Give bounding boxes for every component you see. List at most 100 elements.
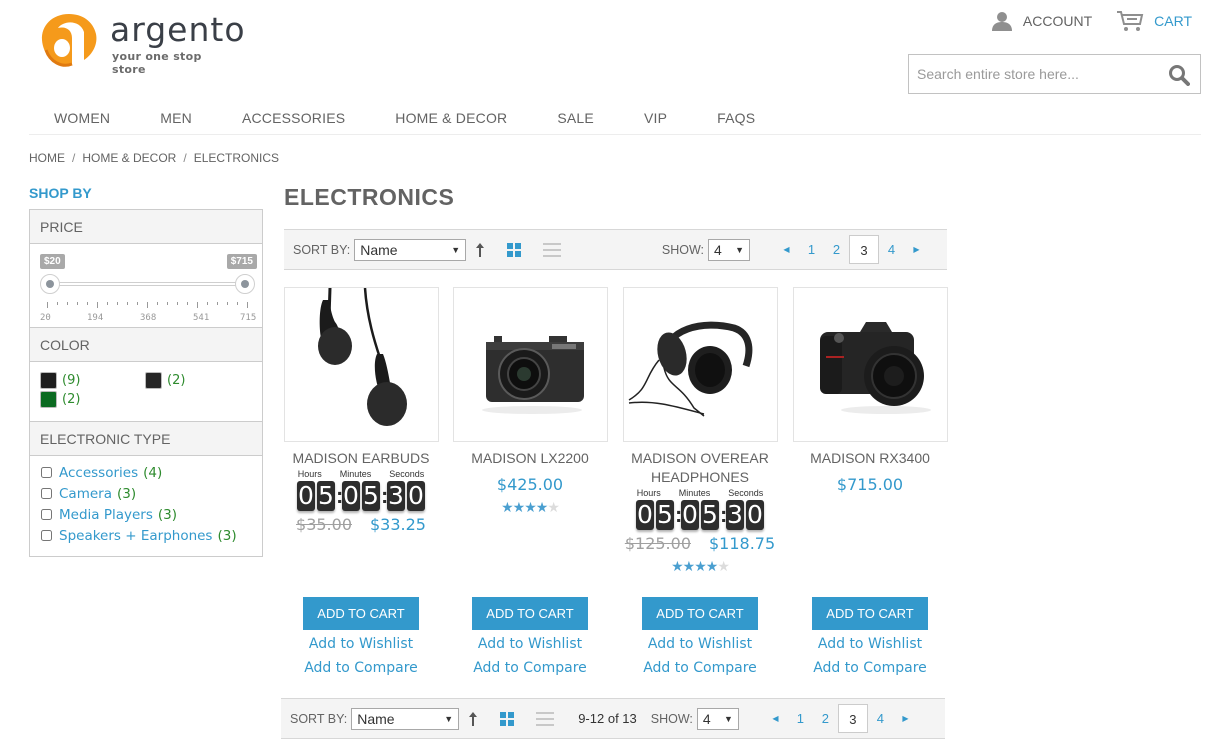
pagination-page[interactable]: 4: [868, 704, 893, 733]
add-to-cart-button[interactable]: ADD TO CART: [812, 597, 928, 630]
color-swatch-option[interactable]: (9): [40, 372, 80, 389]
nav-item-sale[interactable]: SALE: [532, 104, 619, 134]
add-to-wishlist-link[interactable]: Add to Wishlist: [785, 635, 955, 654]
price-filter-title[interactable]: PRICE: [30, 210, 262, 244]
type-checkbox[interactable]: [41, 530, 52, 541]
countdown-digit: 0: [297, 481, 315, 511]
show-limit-select[interactable]: 4 ▼: [696, 707, 739, 730]
color-swatch-option[interactable]: (2): [40, 391, 80, 408]
list-view-icon[interactable]: [536, 711, 555, 726]
product-image-earbuds[interactable]: [283, 287, 439, 442]
pagination-page[interactable]: 4: [879, 235, 904, 264]
type-option-media-players[interactable]: Media Players (3): [40, 504, 252, 525]
price-slider-track[interactable]: [50, 282, 246, 286]
add-to-compare-link[interactable]: Add to Compare: [615, 659, 785, 678]
countdown-seconds-label: Seconds: [728, 488, 764, 498]
pagination-page[interactable]: 1: [788, 704, 813, 733]
sort-by-select[interactable]: Name ▼: [351, 707, 460, 730]
color-swatch-option[interactable]: (2): [145, 372, 185, 389]
add-to-cart-button[interactable]: ADD TO CART: [472, 597, 588, 630]
product-name[interactable]: MADISON LX2200: [445, 449, 615, 468]
pagination-page[interactable]: 2: [824, 235, 849, 264]
price-slider-min-handle[interactable]: [40, 274, 60, 294]
slider-tick: [237, 302, 238, 305]
add-to-wishlist-link[interactable]: Add to Wishlist: [445, 635, 615, 654]
type-checkbox[interactable]: [41, 467, 52, 478]
product-name[interactable]: MADISON RX3400: [785, 449, 955, 468]
slider-tick: [197, 302, 198, 308]
product-name[interactable]: MADISON OVEREAR HEADPHONES: [615, 449, 785, 487]
type-option-accessories[interactable]: Accessories (4): [40, 462, 252, 483]
add-to-wishlist-link[interactable]: Add to Wishlist: [615, 635, 785, 654]
add-to-compare-link[interactable]: Add to Compare: [785, 659, 955, 678]
pagination-next-icon[interactable]: ▶: [904, 235, 929, 264]
search-box: [908, 54, 1201, 94]
sort-ascending-icon[interactable]: [475, 242, 485, 258]
nav-item-women[interactable]: WOMEN: [29, 104, 135, 134]
type-checkbox[interactable]: [41, 509, 52, 520]
countdown-minutes-label: Minutes: [678, 488, 711, 498]
add-to-wishlist-link[interactable]: Add to Wishlist: [276, 635, 446, 654]
cart-link[interactable]: CART: [1116, 10, 1192, 32]
countdown-digit: 0: [636, 500, 654, 530]
countdown-labels: Hours Minutes Seconds: [276, 469, 446, 479]
layered-navigation: PRICE $20 $715 20 194 368 541 715 COLOR …: [29, 209, 263, 557]
price-slider-max-handle[interactable]: [235, 274, 255, 294]
pagination-page[interactable]: 2: [813, 704, 838, 733]
product-image-rx3400[interactable]: [792, 287, 948, 442]
product-actions: ADD TO CART Add to Wishlist Add to Compa…: [615, 597, 785, 678]
search-icon[interactable]: [1168, 64, 1190, 86]
user-icon: [991, 12, 1012, 31]
type-label: Accessories: [59, 464, 139, 481]
pagination-previous-icon[interactable]: ◀: [763, 704, 788, 733]
slider-tick: [47, 302, 48, 308]
dslr-camera-image: [819, 322, 931, 414]
dropdown-arrow-icon: ▼: [735, 244, 744, 255]
type-option-speakers-earphones[interactable]: Speakers + Earphones (3): [40, 525, 252, 546]
pagination-page[interactable]: 1: [799, 235, 824, 264]
breadcrumb-home-decor[interactable]: HOME & DECOR: [82, 151, 176, 165]
grid-view-icon[interactable]: [500, 711, 515, 726]
slider-tick: [157, 302, 158, 305]
add-to-cart-button[interactable]: ADD TO CART: [642, 597, 758, 630]
star-filled-icon: ★: [524, 499, 537, 515]
nav-item-men[interactable]: MEN: [135, 104, 217, 134]
shop-by-title: SHOP BY: [29, 185, 92, 201]
add-to-cart-button[interactable]: ADD TO CART: [303, 597, 419, 630]
list-view-icon[interactable]: [543, 242, 562, 257]
store-logo[interactable]: argento your one stop store: [38, 8, 245, 76]
sort-by-select[interactable]: Name ▼: [354, 238, 467, 261]
grid-view-icon[interactable]: [507, 242, 522, 257]
nav-item-vip[interactable]: VIP: [619, 104, 692, 134]
pagination-next-icon[interactable]: ▶: [893, 704, 918, 733]
show-limit-select[interactable]: 4 ▼: [708, 238, 750, 261]
add-to-compare-link[interactable]: Add to Compare: [445, 659, 615, 678]
countdown-digit: 0: [746, 500, 764, 530]
nav-item-faqs[interactable]: FAQS: [692, 104, 780, 134]
sort-ascending-icon[interactable]: [468, 711, 478, 727]
nav-item-accessories[interactable]: ACCESSORIES: [217, 104, 370, 134]
type-checkbox[interactable]: [41, 488, 52, 499]
product-item: MADISON RX3400 $715.00: [785, 287, 955, 494]
countdown-timer: 0 5 : 0 5 : 3 0: [276, 480, 446, 512]
color-filter-title[interactable]: COLOR: [30, 328, 262, 362]
price-max-label: $715: [226, 254, 257, 269]
pagination-current-page: 3: [837, 704, 868, 733]
product-name[interactable]: MADISON EARBUDS: [276, 449, 446, 468]
type-option-camera[interactable]: Camera (3): [40, 483, 252, 504]
pagination-previous-icon[interactable]: ◀: [774, 235, 799, 264]
breadcrumb: HOME / HOME & DECOR / ELECTRONICS: [29, 151, 279, 165]
add-to-compare-link[interactable]: Add to Compare: [276, 659, 446, 678]
rating-stars[interactable]: ★★★★★: [615, 558, 785, 575]
slider-tick: [217, 302, 218, 305]
search-input[interactable]: [909, 55, 1149, 93]
nav-item-home-decor[interactable]: HOME & DECOR: [370, 104, 532, 134]
account-link[interactable]: ACCOUNT: [991, 11, 1092, 31]
breadcrumb-home[interactable]: HOME: [29, 151, 65, 165]
product-prices: $35.00 $33.25: [276, 515, 446, 534]
product-image-lx2200[interactable]: [452, 287, 608, 442]
rating-stars[interactable]: ★★★★★: [445, 499, 615, 516]
countdown-digit: 5: [317, 481, 335, 511]
electronic-type-filter-title[interactable]: ELECTRONIC TYPE: [30, 422, 262, 456]
product-image-headphones[interactable]: [622, 287, 778, 442]
